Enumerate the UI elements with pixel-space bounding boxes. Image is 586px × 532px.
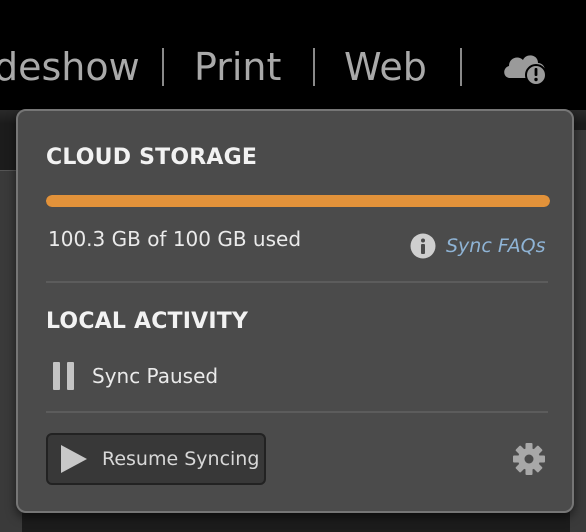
gear-icon — [513, 443, 545, 475]
info-icon — [410, 233, 436, 259]
sync-faqs-link[interactable]: Sync FAQs — [410, 231, 546, 261]
cloud-storage-heading: CLOUD STORAGE — [46, 145, 258, 170]
module-divider — [313, 48, 315, 86]
sync-settings-button[interactable] — [512, 442, 546, 476]
pause-icon — [53, 362, 74, 390]
module-picker-bar: deshow Print Web — [0, 0, 586, 110]
resume-syncing-button[interactable]: Resume Syncing — [46, 433, 266, 485]
storage-usage-bar — [46, 195, 550, 207]
sync-status-text: Sync Paused — [92, 364, 219, 388]
storage-usage-fill — [46, 195, 550, 207]
cloud-sync-status-button[interactable] — [500, 48, 550, 86]
cloud-sync-popover: CLOUD STORAGE 100.3 GB of 100 GB used Sy… — [16, 109, 574, 513]
module-divider — [460, 48, 462, 86]
module-slideshow[interactable]: deshow — [0, 42, 140, 92]
resume-syncing-label: Resume Syncing — [102, 448, 260, 470]
storage-usage-text: 100.3 GB of 100 GB used — [48, 227, 302, 251]
app-window: deshow Print Web CLOUD STORAGE 100.3 GB … — [0, 0, 586, 532]
sync-faqs-label: Sync FAQs — [446, 235, 546, 257]
sync-status-row: Sync Paused — [52, 359, 218, 393]
module-web[interactable]: Web — [344, 42, 427, 92]
section-divider — [46, 411, 548, 413]
local-activity-heading: LOCAL ACTIVITY — [46, 309, 249, 334]
section-divider — [46, 281, 548, 283]
play-icon — [61, 445, 87, 473]
module-print[interactable]: Print — [194, 42, 281, 92]
module-divider — [162, 48, 164, 86]
cloud-warning-icon — [504, 55, 547, 86]
